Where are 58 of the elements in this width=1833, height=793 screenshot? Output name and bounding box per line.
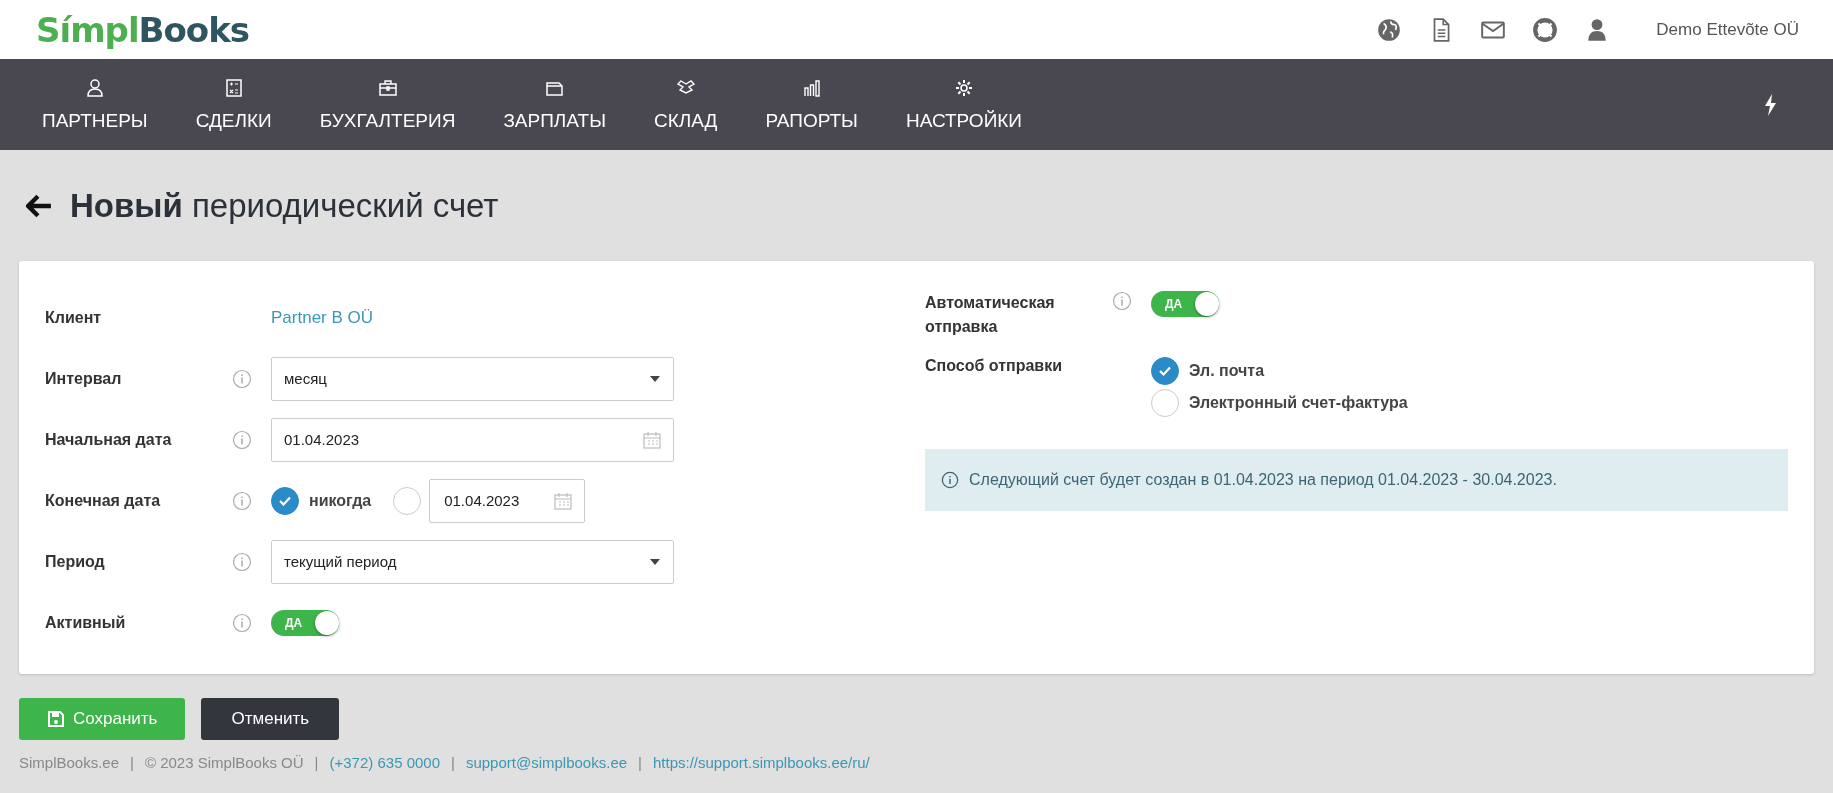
caret-icon [649, 374, 661, 383]
info-icon[interactable] [232, 429, 252, 450]
nav-item[interactable]: СДЕЛКИ [171, 77, 296, 132]
nav-item[interactable]: БУХГАЛТЕРИЯ [295, 77, 480, 132]
info-icon[interactable] [232, 368, 252, 389]
field-label: Период [45, 552, 106, 571]
briefcase-icon [377, 77, 398, 98]
calendar-icon[interactable] [554, 491, 573, 510]
cancel-button[interactable]: Отменить [201, 698, 340, 740]
gear-icon [954, 77, 974, 98]
dropdown[interactable]: текущий период [271, 539, 674, 584]
field-label: Интервал [45, 369, 123, 388]
company-name[interactable]: Demo Ettevõte OÜ [1656, 19, 1799, 40]
field-label: Активный [45, 613, 127, 632]
info-icon[interactable] [232, 551, 252, 572]
date-field[interactable]: 01.04.2023 [271, 417, 674, 462]
separator: | [638, 754, 642, 771]
nav-item[interactable]: НАСТРОЙКИ [881, 77, 1047, 132]
separator: | [451, 754, 455, 771]
field-label: Автоматическая отправка [925, 293, 1056, 337]
radio-button[interactable] [393, 486, 422, 515]
bar-chart-icon [801, 77, 822, 98]
footer-text: © 2023 SimplBooks OÜ [144, 754, 304, 771]
separator: | [130, 754, 134, 771]
radio-label: никогда [309, 491, 372, 510]
info-text: Следующий счет будет создан в 01.04.2023 на период 01.04.2023 - 30.04.2023. [969, 471, 1557, 489]
radio-button[interactable] [1151, 389, 1179, 417]
calculator-icon [223, 77, 244, 98]
caret-icon [649, 557, 661, 566]
field-label: Начальная дата [45, 430, 173, 449]
user-icon [84, 77, 105, 98]
footer-text: SimplBooks.ee [19, 754, 120, 771]
lightning-icon[interactable] [1763, 93, 1777, 116]
radio-label: Электронный счет-фактура [1189, 394, 1408, 412]
info-icon[interactable] [232, 490, 252, 511]
radio-button[interactable] [1151, 357, 1179, 385]
page-title: Новый периодический счет [70, 186, 499, 225]
nav-item[interactable]: ПАРТНЕРЫ [18, 77, 172, 132]
separator: | [314, 754, 319, 771]
info-icon[interactable] [1112, 291, 1132, 311]
checkmark-icon [1158, 364, 1172, 378]
nav-item[interactable]: ЗАРПЛАТЫ [479, 77, 630, 132]
field-label: Способ отправки [925, 357, 1063, 375]
back-arrow-icon[interactable] [26, 192, 52, 219]
field-label: Конечная дата [45, 491, 162, 510]
info-icon[interactable] [232, 612, 252, 633]
radio-label: Эл. почта [1189, 362, 1265, 380]
logo[interactable]: SímplBooks [36, 9, 250, 50]
radio-button[interactable] [271, 486, 299, 515]
globe-icon[interactable] [1376, 16, 1403, 43]
lifebuoy-icon[interactable] [1532, 16, 1559, 43]
calendar-icon[interactable] [643, 430, 661, 449]
nav-item[interactable]: СКЛАД [629, 77, 742, 132]
field-label: Клиент [45, 308, 103, 327]
info-icon [941, 471, 959, 489]
date-field[interactable]: 01.04.2023 [429, 478, 586, 523]
nav-item[interactable]: РАПОРТЫ [741, 77, 882, 132]
dropdown[interactable]: месяц [271, 356, 674, 401]
